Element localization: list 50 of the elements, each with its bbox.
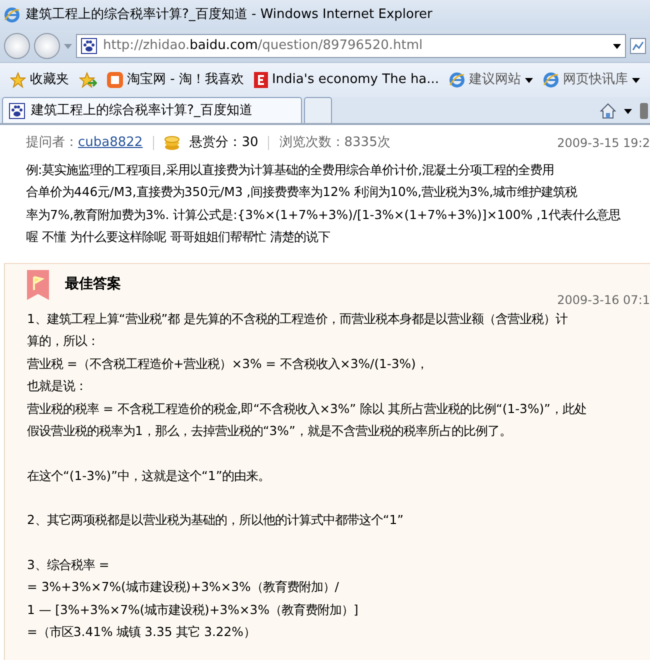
answer-text-line: 假设营业税的税率为1，那么，去掉营业税的“3%”，就是不含营业税的税率所占的比例了。 xyxy=(27,422,512,440)
back-button[interactable] xyxy=(4,33,30,59)
reward-text: 悬赏分：30 xyxy=(190,134,258,152)
home-icon[interactable] xyxy=(600,103,616,119)
ie-page-icon xyxy=(543,72,560,88)
question-text-line: 合单价为446元/M3,直接费为350元/M3 ,间接费费率为12% 利润为10%,营业税为3%,城市维护建筑税 xyxy=(26,183,578,201)
answer-text-line: 2、其它两项税都是以营业税为基础的，所以他的计算式中都带这个“1” xyxy=(27,511,405,529)
add-favorite-icon[interactable] xyxy=(79,72,97,88)
answer-text-line: 算的，所以： xyxy=(27,332,100,350)
window-title: 建筑工程上的综合税率计算?_百度知道 - Windows Internet Explorer xyxy=(26,6,432,24)
asker-label: 提问者： xyxy=(26,134,78,152)
flag-badge-icon xyxy=(27,270,49,300)
letter-e-icon xyxy=(254,72,268,88)
address-bar[interactable]: http://zhidao.baidu.com/question/89796520.html xyxy=(76,34,626,58)
answer-text-line: 营业税 =（不含税工程造价+营业税）×3% = 不含税收入×3%/(1-3%)， xyxy=(27,354,429,372)
question-date: 2009-3-15 19:2 xyxy=(557,134,650,152)
dropdown-caret-icon[interactable] xyxy=(613,44,621,48)
caret-icon[interactable] xyxy=(624,108,632,114)
favorite-link[interactable]: 淘宝网 - 淘！我喜欢 xyxy=(107,70,244,90)
compatibility-icon[interactable] xyxy=(630,38,646,54)
url-text: http://zhidao.baidu.com/question/89796520.html xyxy=(103,37,423,56)
answer-text-line: 在这个“(1-3%)”中，这就是这个“1”的由来。 xyxy=(27,466,272,484)
answer-date: 2009-3-16 07:1 xyxy=(556,292,650,308)
answer-text-line: 1、建筑工程上算“营业税”都 是先算的不含税的工程造价，而营业税本身都是以营业额（含营业税）计 xyxy=(27,310,569,328)
answer-heading: 最佳答案 xyxy=(65,274,121,294)
star-icon xyxy=(10,72,26,88)
answer-text-line: 1 — [3%+3%×7%(城市建设税)+3%×3%（教育费附加）] xyxy=(27,600,360,618)
favorite-link[interactable]: India's economy The ha... xyxy=(254,70,440,90)
taobao-icon xyxy=(107,72,123,88)
favorites-button[interactable]: 收藏夹 xyxy=(10,70,69,90)
ie-page-icon xyxy=(449,72,466,88)
question-text-line: 喔 不懂 为什么要这样除呢 哥哥姐姐们帮帮忙 清楚的说下 xyxy=(26,228,331,246)
browser-tab[interactable]: 建筑工程上的综合税率计算?_百度知道 xyxy=(2,97,302,123)
view-count: 浏览次数：8335次 xyxy=(279,134,390,152)
question-text-line: 例:莫实施监理的工程项目,采用以直接费为计算基础的全费用综合单价计价,混凝土分项工程的全费用 xyxy=(26,160,556,178)
question-text-line: 率为7%,教育附加费为3%. 计算公式是:{3%×(1+7%+3%)/[1-3%×(1+7%+3%)]×100% ,1代表什么意思 xyxy=(26,206,622,224)
coin-stack-icon xyxy=(164,134,180,151)
paw-icon xyxy=(9,102,25,118)
paw-icon xyxy=(81,38,97,54)
forward-button[interactable] xyxy=(34,33,60,59)
answer-text-line: =（市区3.41% 城镇 3.35 其它 3.22%） xyxy=(27,623,256,641)
new-tab-button[interactable] xyxy=(304,97,332,123)
answer-text-line: = 3%+3%×7%(城市建设税)+3%×3%（教育费附加）/ xyxy=(27,578,340,596)
favorite-link[interactable]: 建议网站 xyxy=(449,70,534,90)
ie-logo-icon xyxy=(4,7,20,23)
favorite-link[interactable]: 网页快讯库 xyxy=(543,70,640,90)
answer-text-line: 营业税的税率 = 不含税工程造价的税金,即“不含税收入×3%” 除以 其所占营业税的比例“(1-3%)”，此处 xyxy=(27,400,588,418)
answer-text-line: 也就是说： xyxy=(27,377,88,395)
asker-link[interactable]: cuba8822 xyxy=(78,133,143,152)
answer-text-line: 3、综合税率 = xyxy=(27,556,110,574)
